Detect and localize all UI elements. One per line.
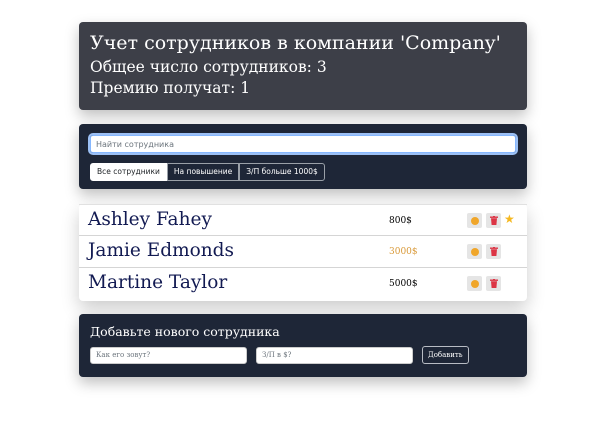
cookie-button[interactable] [467, 276, 482, 291]
cookie-button[interactable] [467, 213, 482, 228]
cookie-button[interactable] [467, 244, 482, 259]
cookie-icon [470, 247, 479, 256]
filter-increase-button[interactable]: На повышение [166, 163, 240, 181]
filter-salary-over-1000-button[interactable]: З/П больше 1000$ [239, 163, 325, 181]
app-info-panel: Учет сотрудников в компании 'Company' Об… [79, 22, 527, 110]
delete-button[interactable] [486, 244, 501, 259]
trash-icon [489, 279, 498, 288]
new-employee-name-input[interactable] [90, 346, 247, 364]
add-employee-button[interactable]: Добавить [422, 346, 469, 364]
cookie-icon [470, 279, 479, 288]
trash-icon [489, 216, 498, 225]
add-employee-title: Добавьте нового сотрудника [90, 324, 280, 339]
filter-group: Все сотрудники На повышение З/П больше 1… [90, 163, 516, 181]
add-employee-panel: Добавьте нового сотрудника Добавить [79, 314, 527, 377]
delete-button[interactable] [486, 213, 501, 228]
total-employees-count: Общее число сотрудников: 3 [90, 58, 327, 76]
search-input[interactable] [88, 133, 518, 155]
trash-icon [489, 247, 498, 256]
employee-salary[interactable]: 800$ [389, 215, 412, 227]
page-title: Учет сотрудников в компании 'Company' [90, 32, 501, 54]
cookie-icon [470, 216, 479, 225]
search-panel: Все сотрудники На повышение З/П больше 1… [79, 124, 527, 189]
employee-salary[interactable]: 3000$ [389, 246, 418, 258]
employee-name[interactable]: Ashley Fahey [88, 208, 212, 232]
employee-row: Jamie Edmonds 3000$ [79, 236, 527, 268]
delete-button[interactable] [486, 276, 501, 291]
employee-name[interactable]: Jamie Edmonds [88, 239, 234, 263]
employee-row: Martine Taylor 5000$ [79, 268, 527, 300]
new-employee-salary-input[interactable] [256, 346, 413, 364]
add-employee-form: Добавить [90, 346, 516, 364]
bonus-employees-count: Премию получат: 1 [90, 79, 251, 97]
employee-name[interactable]: Martine Taylor [88, 271, 227, 295]
employee-list: Ashley Fahey 800$ ★ Jamie Edmonds 3000$ [79, 204, 527, 301]
star-icon: ★ [504, 212, 515, 226]
employee-salary[interactable]: 5000$ [389, 278, 418, 290]
employee-row: Ashley Fahey 800$ ★ [79, 204, 527, 236]
filter-all-button[interactable]: Все сотрудники [90, 163, 167, 181]
